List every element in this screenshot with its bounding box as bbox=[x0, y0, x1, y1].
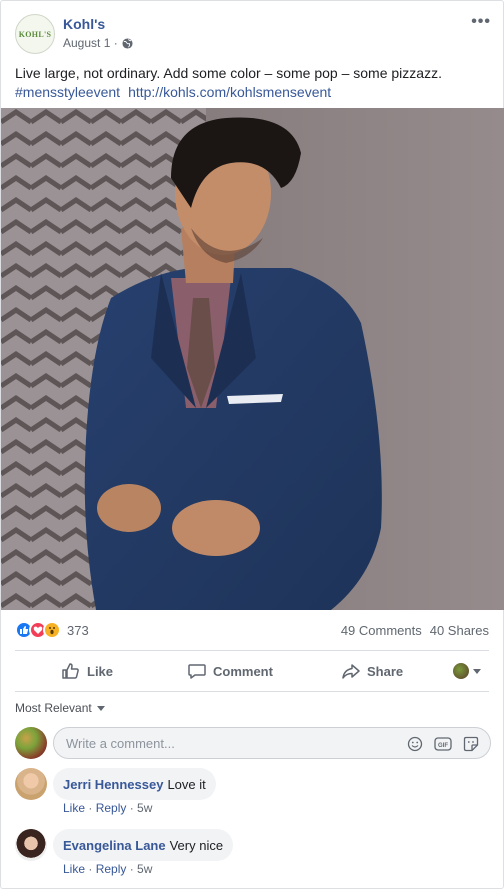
svg-text:GIF: GIF bbox=[438, 743, 448, 749]
comment-meta: Like · Reply · 5w bbox=[63, 801, 153, 815]
reactions-summary[interactable]: 373 bbox=[15, 621, 89, 639]
post-text: Live large, not ordinary. Add some color… bbox=[15, 64, 495, 102]
comment-bubble: Jerri Hennessey Love it bbox=[53, 768, 216, 800]
url-link[interactable]: http://kohls.com/kohlsmensevent bbox=[128, 84, 331, 100]
composer-tools: GIF bbox=[406, 735, 480, 753]
comment-reply-link[interactable]: Reply bbox=[96, 862, 127, 876]
comment-bubble-icon bbox=[188, 664, 206, 679]
comment-button[interactable]: Comment bbox=[187, 661, 273, 681]
reaction-count: 373 bbox=[67, 622, 89, 638]
globe-icon bbox=[122, 37, 133, 49]
share-arrow-icon bbox=[342, 664, 360, 679]
post-meta: August 1 · bbox=[63, 36, 133, 50]
post-as-selector[interactable] bbox=[453, 663, 481, 679]
post-message: Live large, not ordinary. Add some color… bbox=[15, 65, 442, 81]
caret-down-icon bbox=[473, 668, 481, 674]
post-date[interactable]: August 1 · bbox=[63, 36, 118, 50]
comment-label: Comment bbox=[213, 663, 273, 679]
wow-reaction-icon bbox=[43, 621, 61, 639]
comment-sort-dropdown[interactable]: Most Relevant bbox=[15, 701, 105, 715]
comment-input[interactable] bbox=[66, 735, 386, 751]
comments-count-link[interactable]: 49 Comments bbox=[341, 623, 422, 638]
gif-icon[interactable]: GIF bbox=[434, 735, 452, 753]
comment-time[interactable]: 5w bbox=[137, 862, 152, 876]
divider bbox=[15, 650, 489, 651]
post-photo[interactable] bbox=[1, 108, 504, 610]
like-button[interactable]: Like bbox=[61, 661, 113, 681]
thumbs-up-icon bbox=[62, 663, 79, 679]
like-label: Like bbox=[87, 663, 114, 679]
sort-label: Most Relevant bbox=[15, 701, 92, 715]
comment-text: Very nice bbox=[169, 837, 224, 853]
divider bbox=[15, 691, 489, 692]
emoji-icon[interactable] bbox=[406, 735, 424, 753]
post-actions: Like Comment Share bbox=[15, 653, 489, 689]
sticker-icon[interactable] bbox=[462, 735, 480, 753]
page-avatar[interactable]: KOHL'S bbox=[15, 14, 55, 54]
shares-count-link[interactable]: 40 Shares bbox=[430, 623, 489, 638]
more-options-button[interactable]: ••• bbox=[471, 13, 491, 31]
comment-like-link[interactable]: Like bbox=[63, 801, 85, 815]
engagement-counts: 49 Comments 40 Shares bbox=[341, 623, 489, 638]
caret-down-icon bbox=[96, 705, 105, 711]
commenter-name[interactable]: Evangelina Lane bbox=[63, 838, 166, 853]
hashtag-link[interactable]: #mensstyleevent bbox=[15, 84, 120, 100]
kohls-logo: KOHL'S bbox=[18, 29, 52, 39]
feed-post: KOHL'S Kohl's August 1 · ••• Live large,… bbox=[0, 0, 504, 889]
comment-reply-link[interactable]: Reply bbox=[96, 801, 127, 815]
commenter-avatar[interactable] bbox=[15, 829, 47, 861]
share-label: Share bbox=[367, 663, 404, 679]
commenter-name[interactable]: Jerri Hennessey bbox=[63, 777, 163, 792]
comment-bubble: Evangelina Lane Very nice bbox=[53, 829, 234, 861]
comment-composer[interactable]: GIF bbox=[53, 727, 491, 759]
comment-like-link[interactable]: Like bbox=[63, 862, 85, 876]
share-button[interactable]: Share bbox=[341, 661, 403, 681]
comment-meta: Like · Reply · 5w bbox=[63, 862, 153, 876]
comment-text: Love it bbox=[167, 776, 206, 792]
user-avatar-small bbox=[453, 663, 469, 679]
commenter-avatar[interactable] bbox=[15, 768, 47, 800]
page-name-link[interactable]: Kohl's bbox=[63, 16, 105, 32]
comment-time[interactable]: 5w bbox=[137, 801, 152, 815]
current-user-avatar[interactable] bbox=[15, 727, 47, 759]
